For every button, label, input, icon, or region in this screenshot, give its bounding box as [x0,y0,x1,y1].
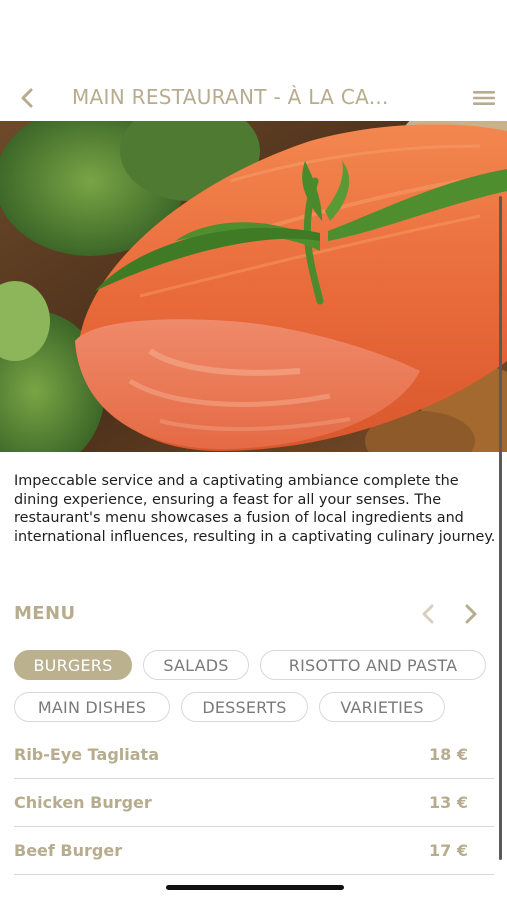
home-indicator[interactable] [166,885,344,890]
menu-prev-button[interactable] [416,602,440,626]
category-chip-risotto-and-pasta[interactable]: RISOTTO AND PASTA [260,650,486,680]
menu-item-price: 18 € [429,745,468,764]
chevron-right-icon [465,604,477,624]
category-chip-main-dishes[interactable]: MAIN DISHES [14,692,170,722]
menu-item-row[interactable]: Beef Burger 17 € [14,827,494,875]
menu-next-button[interactable] [459,602,483,626]
category-chip-burgers[interactable]: BURGERS [14,650,132,680]
hamburger-menu-button[interactable] [470,86,498,110]
category-chip-salads[interactable]: SALADS [143,650,249,680]
chevron-left-icon [422,604,434,624]
chevron-left-icon [21,88,33,108]
back-button[interactable] [14,84,40,112]
page-title: MAIN RESTAURANT - À LA CA... [72,85,389,109]
menu-item-name: Chicken Burger [14,793,152,812]
restaurant-description: Impeccable service and a captivating amb… [14,473,496,545]
menu-item-price: 13 € [429,793,468,812]
menu-item-row[interactable]: Rib-Eye Tagliata 18 € [14,731,494,779]
hero-image [0,121,507,452]
menu-item-row[interactable]: Chicken Burger 13 € [14,779,494,827]
hamburger-menu-icon [473,91,495,105]
category-chip-desserts[interactable]: DESSERTS [181,692,308,722]
app-header: MAIN RESTAURANT - À LA CA... [0,76,507,120]
menu-item-name: Rib-Eye Tagliata [14,745,159,764]
menu-label: MENU [14,603,76,624]
menu-item-name: Beef Burger [14,841,123,860]
category-chip-varieties[interactable]: VARIETIES [319,692,445,722]
menu-item-price: 17 € [429,841,468,860]
scrollbar[interactable] [499,196,502,860]
